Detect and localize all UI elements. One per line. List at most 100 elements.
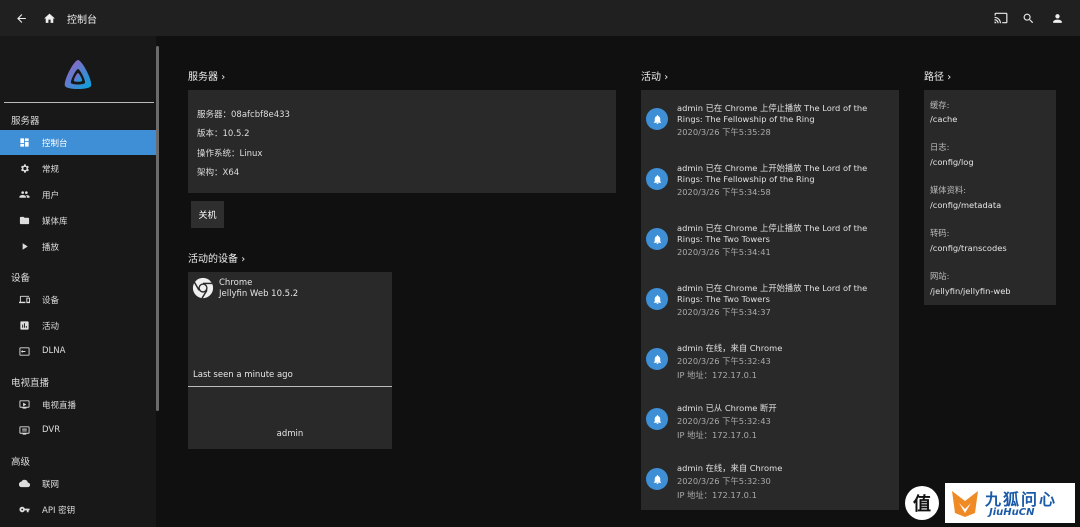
path-value-log: /config/log xyxy=(930,157,974,167)
device-app-name: Chrome xyxy=(219,278,253,288)
path-label-transcodes: 转码: xyxy=(930,228,950,238)
activity-title-text: 活动 xyxy=(641,72,661,83)
list-item[interactable]: admin 已在 Chrome 上开始播放 The Lord of the Ri… xyxy=(641,278,897,338)
sidebar-item-label: 联网 xyxy=(42,480,60,490)
sidebar-item-label: 设备 xyxy=(42,296,60,306)
chevron-right-icon: › xyxy=(221,72,226,83)
path-value-cache: /cache xyxy=(930,114,958,124)
chevron-right-icon: › xyxy=(664,72,669,83)
activity-date: 2020/3/26 下午5:34:41 xyxy=(677,247,771,257)
sidebar-item-label: 电视直播 xyxy=(42,401,77,411)
user-icon[interactable] xyxy=(1050,11,1064,25)
activity-date: 2020/3/26 下午5:32:43 xyxy=(677,356,771,366)
jellyfin-logo xyxy=(60,57,96,93)
path-value-transcodes: /config/transcodes xyxy=(930,243,1007,253)
server-version: 版本：10.5.2 xyxy=(197,129,250,139)
path-label-metadata: 媒体资料: xyxy=(930,185,966,195)
path-value-web: /jellyfin/jellyfin-web xyxy=(930,286,1011,296)
back-arrow-icon[interactable] xyxy=(14,11,28,25)
search-icon[interactable] xyxy=(1021,11,1035,25)
list-item[interactable]: admin 已在 Chrome 上停止播放 The Lord of the Ri… xyxy=(641,98,897,158)
section-header-server: 服务器 xyxy=(11,116,40,127)
server-section-title[interactable]: 服务器 › xyxy=(188,68,225,83)
live-tv-icon xyxy=(19,399,30,410)
bell-icon xyxy=(646,408,668,430)
paths-title-text: 路径 xyxy=(924,72,944,83)
key-icon xyxy=(19,504,30,515)
paths-panel: 缓存: /cache 日志: /config/log 媒体资料: /config… xyxy=(924,90,1056,305)
activity-ip: IP 地址：172.17.0.1 xyxy=(677,370,757,380)
home-icon[interactable] xyxy=(42,11,56,25)
sidebar-item-api-keys[interactable]: API 密钥 xyxy=(0,497,156,522)
play-icon xyxy=(19,241,30,252)
devices-icon xyxy=(19,294,30,305)
list-item[interactable]: admin 已在 Chrome 上停止播放 The Lord of the Ri… xyxy=(641,218,897,278)
users-icon xyxy=(19,189,30,200)
sidebar-item-general[interactable]: 常规 xyxy=(0,156,156,181)
path-label-log: 日志: xyxy=(930,142,950,152)
sidebar-item-playback[interactable]: 播放 xyxy=(0,234,156,259)
activity-date: 2020/3/26 下午5:34:37 xyxy=(677,307,771,317)
list-item[interactable]: admin 已从 Chrome 断开 2020/3/26 下午5:32:43 I… xyxy=(641,398,897,458)
server-os: 操作系统：Linux xyxy=(197,149,263,159)
sidebar-item-dvr[interactable]: DVR xyxy=(0,418,156,443)
device-card[interactable]: Chrome Jellyfin Web 10.5.2 Last seen a m… xyxy=(188,272,392,449)
sidebar-item-label: API 密钥 xyxy=(42,506,76,516)
path-label-cache: 缓存: xyxy=(930,100,950,110)
watermark-logo: 九狐问心 JiuHuCN xyxy=(945,483,1075,523)
activity-date: 2020/3/26 下午5:35:28 xyxy=(677,127,771,137)
path-label-web: 网站: xyxy=(930,271,950,281)
sidebar-item-activity[interactable]: 活动 xyxy=(0,313,156,338)
cloud-icon xyxy=(19,478,30,489)
device-user: admin xyxy=(276,429,304,439)
page-title: 控制台 xyxy=(67,15,97,26)
activity-text: admin 已在 Chrome 上开始播放 The Lord of the Ri… xyxy=(677,283,868,304)
chevron-right-icon: › xyxy=(241,254,246,265)
activity-date: 2020/3/26 下午5:34:58 xyxy=(677,187,771,197)
chrome-icon xyxy=(192,277,214,299)
bell-icon xyxy=(646,288,668,310)
activity-section-title[interactable]: 活动 › xyxy=(641,68,668,83)
list-item[interactable]: admin 已在 Chrome 上开始播放 The Lord of the Ri… xyxy=(641,158,897,218)
devices-section-title[interactable]: 活动的设备 › xyxy=(188,250,245,265)
section-header-livetv: 电视直播 xyxy=(11,378,50,389)
sidebar-item-label: DLNA xyxy=(42,346,66,356)
watermark-badge: 值 xyxy=(905,486,939,520)
activity-text: admin 已在 Chrome 上停止播放 The Lord of the Ri… xyxy=(677,103,868,124)
activity-list: admin 已在 Chrome 上停止播放 The Lord of the Ri… xyxy=(641,90,899,510)
shutdown-button[interactable]: 关机 xyxy=(191,201,224,228)
dvr-icon xyxy=(19,425,30,436)
sidebar-item-dlna[interactable]: DLNA xyxy=(0,339,156,364)
top-bar: 控制台 xyxy=(0,0,1080,36)
sidebar: 服务器 控制台 常规 用户 媒体库 播放 设备 设备 活动 DLNA 电视直播 … xyxy=(0,36,156,527)
server-arch: 架构：X64 xyxy=(197,168,240,178)
activity-date: 2020/3/26 下午5:32:43 xyxy=(677,416,771,426)
sidebar-scrollbar[interactable] xyxy=(156,46,159,411)
watermark-sub-text: JiuHuCN xyxy=(989,507,1035,518)
list-item[interactable]: admin 在线，来自 Chrome 2020/3/26 下午5:32:30 I… xyxy=(641,458,897,518)
fox-icon xyxy=(952,491,978,517)
sidebar-item-devices[interactable]: 设备 xyxy=(0,287,156,312)
sidebar-item-label: DVR xyxy=(42,425,61,435)
activity-ip: IP 地址：172.17.0.1 xyxy=(677,490,757,500)
bell-icon xyxy=(646,228,668,250)
activity-text: admin 在线，来自 Chrome xyxy=(677,463,783,473)
sidebar-item-libraries[interactable]: 媒体库 xyxy=(0,208,156,233)
sidebar-item-users[interactable]: 用户 xyxy=(0,182,156,207)
dashboard-icon xyxy=(19,137,30,148)
paths-section-title[interactable]: 路径 › xyxy=(924,68,951,83)
list-item[interactable]: admin 在线，来自 Chrome 2020/3/26 下午5:32:43 I… xyxy=(641,338,897,398)
bell-icon xyxy=(646,168,668,190)
gear-icon xyxy=(19,163,30,174)
sidebar-item-label: 控制台 xyxy=(42,139,68,149)
activity-text: admin 已在 Chrome 上停止播放 The Lord of the Ri… xyxy=(677,223,868,244)
cast-icon[interactable] xyxy=(994,11,1008,25)
sidebar-item-dashboard[interactable]: 控制台 xyxy=(0,130,156,155)
device-client-name: Jellyfin Web 10.5.2 xyxy=(219,289,299,299)
devices-title-text: 活动的设备 xyxy=(188,254,238,265)
sidebar-item-livetv[interactable]: 电视直播 xyxy=(0,392,156,417)
sidebar-item-label: 常规 xyxy=(42,165,60,175)
logo-divider xyxy=(4,102,154,103)
sidebar-item-networking[interactable]: 联网 xyxy=(0,471,156,496)
sidebar-item-label: 用户 xyxy=(42,191,60,201)
